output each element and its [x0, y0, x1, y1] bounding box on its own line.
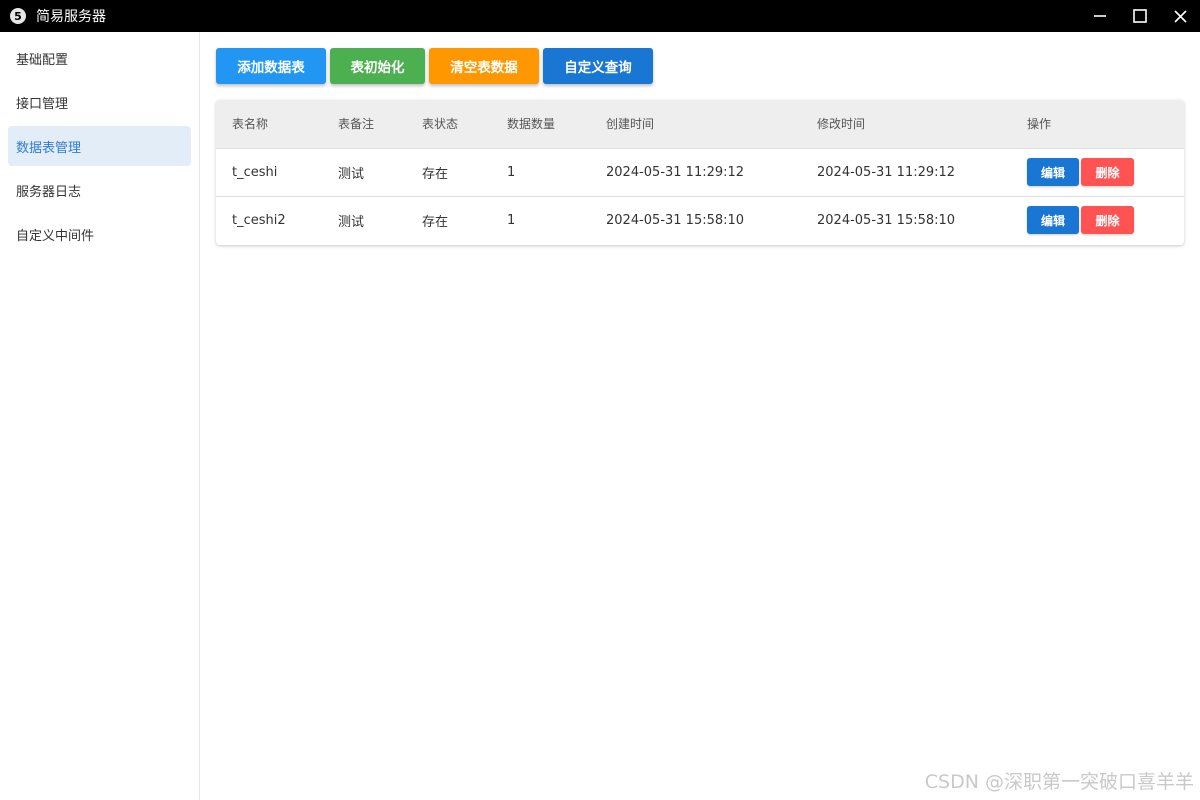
init-table-button[interactable]: 表初始化	[330, 48, 425, 84]
sidebar-item-label: 基础配置	[16, 52, 69, 68]
table-row: t_ceshi2 测试 存在 1 2024-05-31 15:58:10 202…	[216, 196, 1184, 244]
cell-table-name: t_ceshi	[232, 164, 278, 180]
sidebar-item-server-log[interactable]: 服务器日志	[8, 170, 191, 210]
column-header-modified: 修改时间	[817, 117, 866, 132]
cell-table-remark: 测试	[338, 166, 365, 182]
window-controls	[1080, 0, 1200, 32]
delete-button[interactable]: 删除	[1081, 206, 1134, 235]
cell-actions: 编辑 删除	[1011, 148, 1184, 196]
data-table-card: 表名称 表备注 表状态 数据数量 创建时间 修改时间 操作 t_ceshi 测试…	[216, 100, 1184, 245]
table-header-row: 表名称 表备注 表状态 数据数量 创建时间 修改时间 操作	[216, 100, 1184, 148]
column-header-status: 表状态	[422, 117, 459, 132]
maximize-button[interactable]	[1120, 0, 1160, 32]
sidebar-item-api-management[interactable]: 接口管理	[8, 82, 191, 122]
cell-data-count: 1	[507, 212, 516, 228]
cell-modified-time: 2024-05-31 15:58:10	[817, 212, 956, 228]
clear-table-data-button[interactable]: 清空表数据	[429, 48, 539, 84]
custom-query-button[interactable]: 自定义查询	[543, 48, 653, 84]
cell-table-status: 存在	[422, 166, 449, 182]
window-title: 简易服务器	[36, 9, 106, 25]
main-content: 添加数据表 表初始化 清空表数据 自定义查询 表名称 表备注 表状态 数据数量 …	[200, 32, 1200, 800]
title-bar: 5 简易服务器	[0, 0, 1200, 32]
column-header-name: 表名称	[232, 117, 269, 132]
add-table-button[interactable]: 添加数据表	[216, 48, 326, 84]
sidebar-item-table-management[interactable]: 数据表管理	[8, 126, 191, 166]
sidebar-item-custom-middleware[interactable]: 自定义中间件	[8, 214, 191, 254]
close-icon	[1173, 9, 1187, 23]
maximize-icon	[1133, 9, 1147, 23]
minimize-button[interactable]	[1080, 0, 1120, 32]
toolbar: 添加数据表 表初始化 清空表数据 自定义查询	[216, 48, 653, 84]
column-header-remark: 表备注	[338, 117, 375, 132]
cell-modified-time: 2024-05-31 11:29:12	[817, 164, 956, 180]
cell-created-time: 2024-05-31 11:29:12	[606, 164, 745, 180]
watermark: CSDN @深职第一突破口喜羊羊	[924, 771, 1194, 793]
column-header-created: 创建时间	[606, 117, 655, 132]
table-row: t_ceshi 测试 存在 1 2024-05-31 11:29:12 2024…	[216, 148, 1184, 196]
sidebar-item-label: 数据表管理	[16, 140, 82, 156]
close-button[interactable]	[1160, 0, 1200, 32]
app-icon: 5	[10, 8, 26, 24]
delete-button[interactable]: 删除	[1081, 158, 1134, 186]
cell-data-count: 1	[507, 164, 516, 180]
cell-table-name: t_ceshi2	[232, 212, 286, 228]
edit-button[interactable]: 编辑	[1027, 206, 1079, 235]
cell-actions: 编辑 删除	[1011, 196, 1184, 244]
data-table: 表名称 表备注 表状态 数据数量 创建时间 修改时间 操作 t_ceshi 测试…	[216, 100, 1184, 244]
sidebar-item-label: 接口管理	[16, 96, 69, 112]
cell-table-status: 存在	[422, 214, 449, 230]
sidebar: 基础配置 接口管理 数据表管理 服务器日志 自定义中间件	[0, 32, 200, 800]
minimize-icon	[1094, 15, 1106, 17]
cell-table-remark: 测试	[338, 214, 365, 230]
edit-button[interactable]: 编辑	[1027, 158, 1079, 186]
column-header-count: 数据数量	[507, 117, 556, 132]
column-header-actions: 操作	[1027, 117, 1052, 132]
sidebar-item-basic-config[interactable]: 基础配置	[8, 38, 191, 78]
cell-created-time: 2024-05-31 15:58:10	[606, 212, 745, 228]
sidebar-item-label: 服务器日志	[16, 184, 82, 200]
sidebar-item-label: 自定义中间件	[16, 228, 95, 244]
